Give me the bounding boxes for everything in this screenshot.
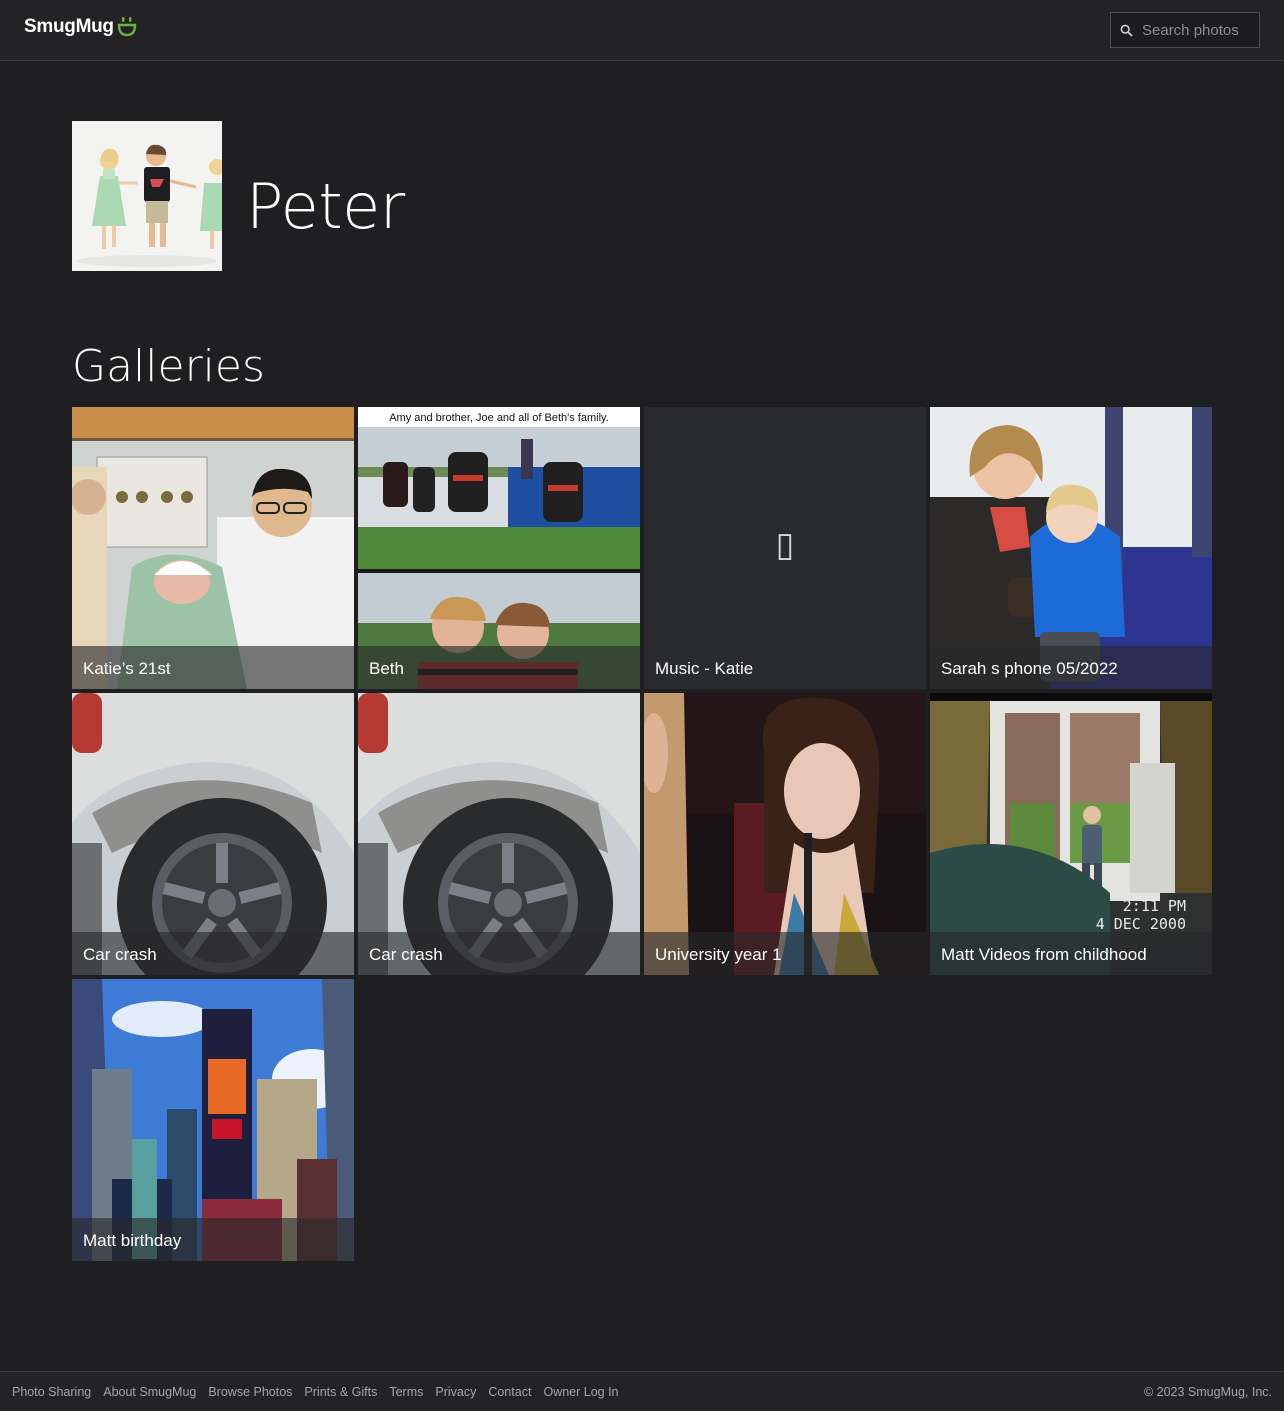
footer-link-contact[interactable]: Contact xyxy=(488,1385,531,1399)
copyright-notice: © 2023 SmugMug, Inc. xyxy=(1143,1385,1272,1399)
thumbnail-banner-text: Amy and brother, Joe and all of Beth's f… xyxy=(389,412,609,424)
footer-link-owner-log-in[interactable]: Owner Log In xyxy=(543,1385,618,1399)
gallery-tile-matt-videos-from-childhood[interactable]: 2:11 PM 4 DEC 2000 Matt Videos from chil… xyxy=(930,693,1212,975)
gallery-tile-sarah-s-phone[interactable]: Sarah s phone 05/2022 xyxy=(930,407,1212,689)
footer-link-about-smugmug[interactable]: About SmugMug xyxy=(103,1385,196,1399)
gallery-tile-music-katie[interactable]: ▯ Music - Katie xyxy=(644,407,926,689)
image-placeholder-icon: ▯ xyxy=(775,526,795,564)
gallery-title: Matt Videos from childhood xyxy=(941,945,1147,964)
logo-text: SmugMug xyxy=(24,16,114,37)
owner-name: Peter xyxy=(246,170,405,243)
video-time-stamp: 2:11 PM xyxy=(1123,897,1186,915)
avatar-photo xyxy=(72,121,222,271)
owner-avatar[interactable] xyxy=(72,121,222,271)
search-box[interactable] xyxy=(1110,12,1260,48)
gallery-tile-car-crash[interactable]: Car crash xyxy=(72,693,354,975)
footer: Photo Sharing About SmugMug Browse Photo… xyxy=(0,1371,1284,1411)
gallery-tile-beth[interactable]: Amy and brother, Joe and all of Beth's f… xyxy=(358,407,640,689)
gallery-tile-matt-birthday[interactable]: Matt birthday xyxy=(72,979,354,1261)
gallery-tile-car-crash-2[interactable]: Car crash xyxy=(358,693,640,975)
gallery-title: Music - Katie xyxy=(655,659,754,678)
gallery-title: Beth xyxy=(369,659,404,678)
gallery-title: Matt birthday xyxy=(83,1231,182,1250)
gallery-tile-katies-21st[interactable]: Katie’s 21st xyxy=(72,407,354,689)
gallery-title: Car crash xyxy=(83,945,157,964)
gallery-title: Car crash xyxy=(369,945,443,964)
search-input[interactable] xyxy=(1140,20,1255,40)
galleries-grid: Katie’s 21st Amy and brother, Joe and al… xyxy=(72,407,1212,1261)
footer-links: Photo Sharing About SmugMug Browse Photo… xyxy=(12,1385,619,1399)
galleries-heading: Galleries xyxy=(72,341,265,392)
footer-link-terms[interactable]: Terms xyxy=(389,1385,423,1399)
footer-link-privacy[interactable]: Privacy xyxy=(435,1385,476,1399)
footer-link-browse-photos[interactable]: Browse Photos xyxy=(208,1385,292,1399)
top-navigation-bar: SmugMug xyxy=(0,0,1284,61)
video-date-stamp: 4 DEC 2000 xyxy=(1096,915,1186,933)
gallery-tile-university-year-1[interactable]: University year 1 xyxy=(644,693,926,975)
footer-link-photo-sharing[interactable]: Photo Sharing xyxy=(12,1385,91,1399)
footer-link-prints-gifts[interactable]: Prints & Gifts xyxy=(304,1385,377,1399)
smugmug-logo[interactable]: SmugMug xyxy=(24,16,137,38)
search-icon xyxy=(1120,24,1133,37)
gallery-title: Sarah s phone 05/2022 xyxy=(941,659,1118,678)
smugmug-smile-icon xyxy=(117,17,136,37)
gallery-title: Katie’s 21st xyxy=(83,659,171,678)
gallery-title: University year 1 xyxy=(655,945,782,964)
